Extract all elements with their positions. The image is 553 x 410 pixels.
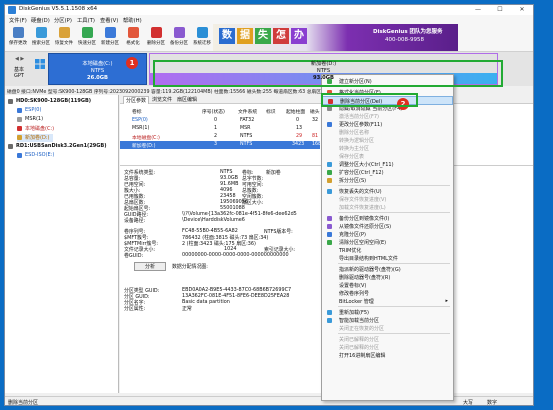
minimize-button[interactable]: — [467,5,489,15]
format-button[interactable]: 格式化 [122,26,144,50]
new-partition-icon [105,27,116,38]
data-allocation-label: 数据分配情况图: [172,264,208,270]
backup-icon [174,27,185,38]
context-menu-item: 加载文件恢复进度(L) [339,205,386,211]
quick-partition-icon [82,27,93,38]
quick-partition-button[interactable]: 快速分区 [76,26,98,50]
menu-item-icon [327,178,332,183]
step-callout-1: 1 [126,57,138,69]
partition-icon [17,135,22,140]
menu-item-icon [327,224,332,229]
menu-item-icon [327,216,332,221]
system-migration-button[interactable]: 系统迁移 [191,26,213,50]
column-header: 文件系统 [238,110,258,115]
context-menu-item[interactable]: 拆分分区(S) [322,176,453,185]
recover-files-button[interactable]: 恢复文件 [53,26,75,50]
column-header: 起始柱面 [286,110,306,115]
banner-char: 办 [291,28,307,44]
context-menu-item[interactable]: 打开16进制扇区编辑 [322,351,453,360]
context-menu: 建立新分区(N) 格式化当前分区(F) 删除当前分区(Del) 隐藏/取消隐藏 当前分… [321,74,454,401]
menu-item-icon [327,189,332,194]
menu-bar: 文件(F) 硬盘(D) 分区(P) 工具(T) 查看(V) 帮助(H) [5,15,533,24]
menu-item-icon [327,170,332,175]
delete-icon [151,27,162,38]
context-menu-item: 关闭正在恢复的分区 [339,326,385,332]
disk-type-label: 基本 GPT [13,67,24,79]
window-title: DiskGenius V5.5.1.1508 x64 [19,6,98,12]
app-logo-icon [8,6,16,14]
table-row-selected[interactable]: 新加卷(D:) 3 NTFS 3423 168 [120,141,321,149]
search-partition-button[interactable]: 搜索分区 [30,26,52,50]
menu-help[interactable]: 帮助(H) [123,16,142,24]
caps-indicator: 大写 [463,400,474,406]
tree-item-d[interactable]: 新加卷(D:) [17,134,53,142]
column-header: 卷标 [132,110,142,115]
menu-item-icon [327,240,332,245]
banner-char: 怎 [273,28,289,44]
menu-item-icon [327,310,332,315]
tab-browse-files[interactable]: 浏览文件 [150,96,174,104]
menu-item-icon [327,232,332,237]
menu-disk[interactable]: 硬盘(D) [31,16,50,24]
disk-icon [8,144,13,149]
menu-separator [338,306,450,307]
backup-partition-button[interactable]: 备份分区 [168,26,190,50]
banner-phone: 400-008-9958 [385,37,424,43]
column-header: 序号(状态) [202,110,225,115]
save-changes-button[interactable]: 保存更改 [7,26,29,50]
save-icon [13,27,24,38]
disk-map: ◀ ▶ 基本 GPT 本地磁盘(C:) NTFS 26.0GB 新加卷(D:) … [5,52,533,86]
menu-item-icon [327,318,332,323]
disk-tree: HD0:SK900-128GB(119GB) ESP(0) MSR(1) 本地磁… [5,95,119,393]
maximize-button[interactable]: ☐ [489,5,511,15]
disk-icon [8,99,13,104]
delete-partition-button[interactable]: 删除分区 [145,26,167,50]
tab-partition-params[interactable]: 分区参数 [123,96,150,104]
windows-logo-icon [35,59,45,69]
menu-item-icon [327,122,332,127]
menu-file[interactable]: 文件(F) [9,16,27,24]
app-window: DiskGenius V5.5.1.1508 x64 — ☐ ✕ 文件(F) 硬… [4,4,534,406]
status-text: 删除当前分区 [8,400,39,406]
banner-char: 失 [255,28,271,44]
tab-sector-editor[interactable]: 扇区编辑 [175,96,199,104]
partition-icon [17,108,22,113]
search-icon [36,27,47,38]
menu-partition[interactable]: 分区(P) [54,16,72,24]
partition-icon [17,153,22,158]
menu-separator [338,185,450,186]
title-bar: DiskGenius V5.5.1.1508 x64 — ☐ ✕ [5,5,533,15]
recover-icon [59,27,70,38]
menu-separator [338,333,450,334]
context-menu-item[interactable]: BitLocker 管理 ▸ [322,297,453,306]
menu-separator [338,212,450,213]
column-header: 磁头 [310,110,320,115]
banner-slogan: DiskGenius 团队为您服务 [373,29,443,35]
menu-view[interactable]: 查看(V) [100,16,118,24]
num-indicator: 数字 [487,400,498,406]
column-header: 标识 [266,110,276,115]
partition-block-d[interactable]: 新加卷(D:) NTFS 93.0GB [149,53,498,85]
partition-icon [17,117,22,122]
banner-char: 数 [219,28,235,44]
format-icon [128,27,139,38]
migration-icon [197,27,208,38]
menu-separator [338,263,450,264]
menu-tools[interactable]: 工具(T) [77,16,95,24]
highlight-box-delete [321,93,418,107]
menu-item-icon [327,162,332,167]
promo-banner[interactable]: 数 据 失 怎 办 DiskGenius 团队为您服务 400-008-9958 [213,24,458,51]
analyze-button[interactable]: 分析 [134,262,166,271]
submenu-arrow-icon: ▸ [445,298,448,304]
close-button[interactable]: ✕ [511,5,533,15]
banner-char: 据 [237,28,253,44]
context-menu-item[interactable]: 导出目录结构到HTML文件 [322,254,453,263]
new-partition-button[interactable]: 新建分区 [99,26,121,50]
partition-icon [17,126,22,131]
